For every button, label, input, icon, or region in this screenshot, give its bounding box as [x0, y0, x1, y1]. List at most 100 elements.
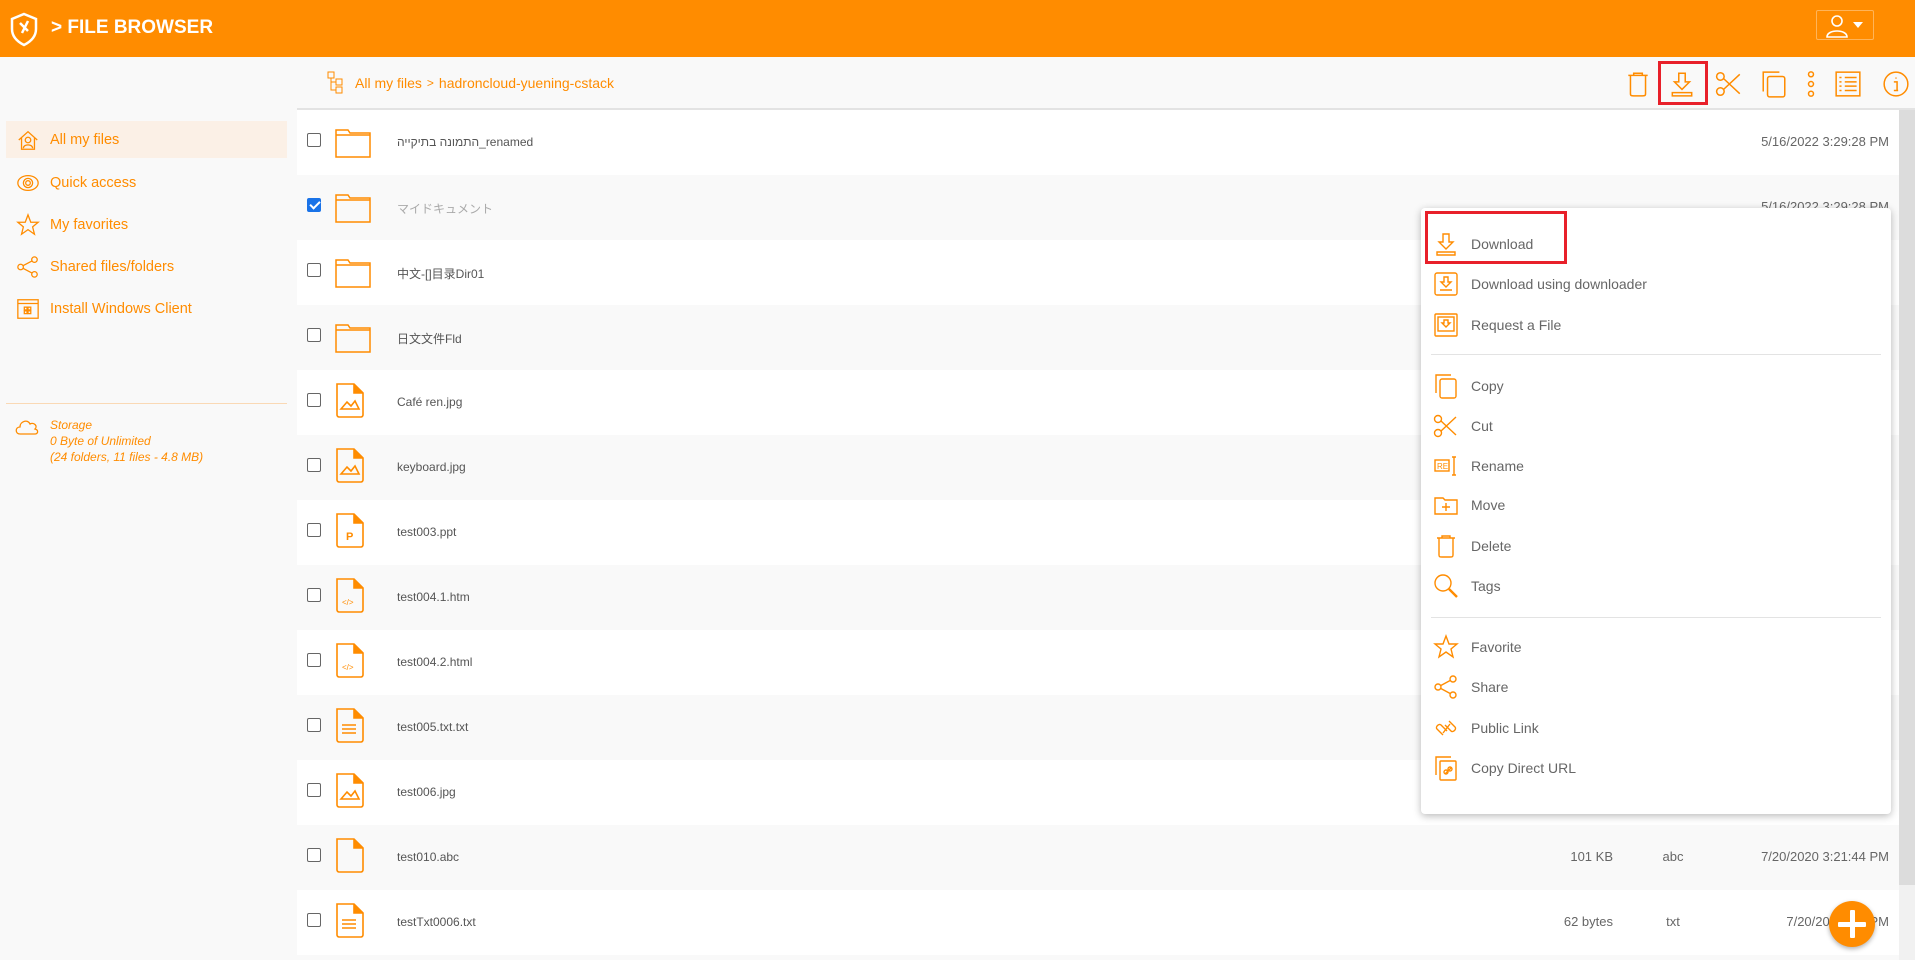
file-name[interactable]: test005.txt.txt	[397, 720, 468, 734]
eye-icon	[17, 174, 39, 191]
row-checkbox[interactable]	[307, 588, 321, 602]
menu-item-request-a-file[interactable]: Request a File	[1433, 307, 1561, 343]
caret-down-icon	[1853, 22, 1863, 28]
file-name[interactable]: test004.1.htm	[397, 590, 470, 604]
sidebar-item-my-favorites[interactable]: My favorites	[6, 206, 287, 243]
file-row[interactable]: testTxt0006.txt 62 bytes txt 7/20/2020 6…	[297, 890, 1899, 955]
list-view-button[interactable]	[1830, 67, 1866, 101]
scrollbar-thumb[interactable]	[1899, 110, 1915, 885]
row-checkbox[interactable]	[307, 198, 321, 212]
file-name[interactable]: test004.2.html	[397, 655, 472, 669]
menu-item-move[interactable]: Move	[1433, 487, 1505, 523]
row-checkbox[interactable]	[307, 913, 321, 927]
list-view-icon	[1835, 71, 1861, 97]
file-name[interactable]: test006.jpg	[397, 785, 456, 799]
row-checkbox[interactable]	[307, 458, 321, 472]
svg-text:RE: RE	[1437, 462, 1448, 471]
file-row[interactable]: test010.abc 101 KB abc 7/20/2020 3:21:44…	[297, 825, 1899, 890]
row-checkbox[interactable]	[307, 328, 321, 342]
file-name[interactable]: マイドキュメント	[397, 200, 493, 217]
logo-icon	[10, 12, 38, 47]
add-button[interactable]	[1829, 901, 1875, 947]
folder-tree-icon	[327, 71, 343, 94]
menu-item-label: Download using downloader	[1471, 276, 1647, 292]
folder-icon	[335, 194, 371, 223]
info-button[interactable]	[1878, 67, 1914, 101]
divider	[6, 403, 287, 404]
ppt-file-icon: P	[336, 513, 364, 548]
cut-button[interactable]	[1711, 67, 1747, 101]
star-icon	[1433, 634, 1459, 659]
sidebar-item-label: All my files	[50, 131, 120, 148]
menu-item-delete[interactable]: Delete	[1433, 528, 1511, 564]
menu-item-label: Move	[1471, 497, 1506, 513]
menu-divider	[1431, 354, 1881, 355]
trash-icon	[1628, 72, 1648, 97]
row-checkbox[interactable]	[307, 133, 321, 147]
sidebar-item-quick-access[interactable]: Quick access	[6, 164, 287, 201]
sidebar-item-shared-files-folders[interactable]: Shared files/folders	[6, 248, 287, 285]
folder-icon	[335, 259, 371, 288]
menu-item-download-using-downloader[interactable]: Download using downloader	[1433, 266, 1647, 302]
menu-item-label: Request a File	[1471, 317, 1562, 333]
menu-item-cut[interactable]: Cut	[1433, 408, 1493, 444]
copy-url-icon	[1435, 756, 1457, 781]
delete-button[interactable]	[1620, 67, 1656, 101]
breadcrumb-current[interactable]: hadroncloud-yuening-cstack	[439, 75, 614, 91]
cloud-icon	[15, 420, 39, 435]
menu-item-favorite[interactable]: Favorite	[1433, 629, 1522, 665]
file-type: txt	[1666, 914, 1680, 929]
row-checkbox[interactable]	[307, 263, 321, 277]
menu-item-rename[interactable]: RE Rename	[1433, 448, 1524, 484]
file-name[interactable]: testTxt0006.txt	[397, 915, 476, 929]
menu-item-label: Rename	[1471, 458, 1524, 474]
menu-item-tags[interactable]: Tags	[1433, 568, 1501, 604]
row-checkbox[interactable]	[307, 393, 321, 407]
share-icon	[17, 255, 38, 278]
copy-button[interactable]	[1756, 67, 1792, 101]
menu-item-public-link[interactable]: Public Link	[1433, 710, 1539, 746]
tag-search-icon	[1434, 574, 1458, 598]
menu-item-copy[interactable]: Copy	[1433, 368, 1504, 404]
file-name[interactable]: 中文-[]目录Dir01	[397, 265, 484, 282]
storage-usage: 0 Byte of Unlimited	[50, 434, 151, 448]
row-checkbox[interactable]	[307, 653, 321, 667]
folder-icon	[335, 129, 371, 158]
row-checkbox[interactable]	[307, 523, 321, 537]
row-checkbox[interactable]	[307, 718, 321, 732]
file-name[interactable]: keyboard.jpg	[397, 460, 466, 474]
download-highlight	[1658, 61, 1708, 105]
svg-text:</>: </>	[342, 598, 354, 607]
more-button[interactable]	[1793, 67, 1829, 101]
sidebar-item-all-my-files[interactable]: All my files	[6, 121, 287, 158]
file-name[interactable]: Café ren.jpg	[397, 395, 462, 409]
file-name[interactable]: test010.abc	[397, 850, 459, 864]
breadcrumb-root[interactable]: All my files	[355, 75, 422, 91]
svg-text:P: P	[346, 531, 353, 543]
row-checkbox[interactable]	[307, 848, 321, 862]
share-icon	[1434, 675, 1457, 699]
file-type: abc	[1662, 849, 1684, 864]
file-name[interactable]: 日文文件Fld	[397, 330, 462, 347]
image-file-icon	[336, 773, 364, 808]
file-row[interactable]: התמונה בתיקייה_renamed 5/16/2022 3:29:28…	[297, 110, 1899, 175]
menu-item-label: Tags	[1471, 578, 1501, 594]
scissors-icon	[1433, 414, 1457, 438]
file-date: 5/16/2022 3:29:28 PM	[1761, 134, 1889, 149]
info-icon	[1883, 71, 1909, 97]
menu-item-download[interactable]: Download	[1433, 226, 1533, 262]
menu-item-label: Favorite	[1471, 639, 1522, 655]
row-checkbox[interactable]	[307, 783, 321, 797]
sidebar-item-install-windows-client[interactable]: Install Windows Client	[6, 290, 287, 327]
sidebar-item-label: Shared files/folders	[50, 258, 175, 275]
image-file-icon	[336, 448, 364, 483]
folder-icon	[335, 324, 371, 353]
menu-item-share[interactable]: Share	[1433, 669, 1508, 705]
user-menu-button[interactable]	[1816, 10, 1874, 40]
menu-item-copy-direct-url[interactable]: Copy Direct URL	[1433, 750, 1576, 786]
file-size: 101 KB	[1570, 849, 1613, 864]
file-name[interactable]: test003.ppt	[397, 525, 456, 539]
menu-item-label: Delete	[1471, 538, 1512, 554]
file-name[interactable]: התמונה בתיקייה_renamed	[397, 135, 533, 149]
file-size: 62 bytes	[1563, 914, 1613, 929]
